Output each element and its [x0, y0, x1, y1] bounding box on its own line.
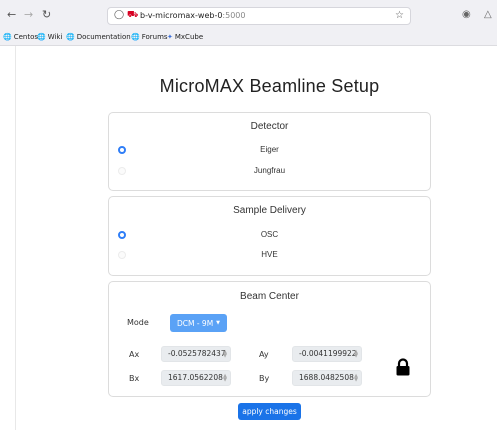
by-input[interactable]: 1688.0482508 ▲ ▼ [292, 370, 362, 386]
spinner-icon[interactable]: ▲ ▼ [354, 374, 358, 383]
bx-input[interactable]: 1617.0562208 ▲ ▼ [161, 370, 231, 386]
lock-icon[interactable] [395, 358, 411, 376]
detector-option-jungfrau[interactable]: Jungfrau [109, 166, 430, 175]
globe-icon: 🌐 [3, 33, 12, 41]
beam-center-title: Beam Center [240, 291, 299, 302]
bx-label: Bx [129, 374, 140, 383]
ax-label: Ax [129, 350, 140, 359]
forward-arrow-icon[interactable]: → [24, 8, 33, 22]
bookmark-documentation[interactable]: 🌐 Documentation [66, 33, 131, 41]
bookmark-forums[interactable]: 🌐 Forums [131, 33, 168, 41]
url-bar[interactable]: ◯ ⛟ b-v-micromax-web-0:5000 ☆ [107, 7, 411, 25]
sample-delivery-title: Sample Delivery [233, 205, 306, 216]
detector-option-eiger[interactable]: Eiger [109, 145, 430, 154]
pocket-icon[interactable]: ◉ [462, 9, 471, 20]
mode-value: DCM - 9M [176, 318, 214, 328]
url-text: b-v-micromax-web-0:5000 [140, 11, 246, 20]
spinner-icon[interactable]: ▲ ▼ [223, 374, 227, 383]
sample-delivery-option-osc[interactable]: OSC [109, 230, 430, 239]
page-title: MicroMAX Beamline Setup [159, 76, 380, 96]
ay-input[interactable]: -0.0041199922 ▲ ▼ [292, 346, 362, 362]
reload-icon[interactable]: ↻ [42, 8, 51, 22]
mode-dropdown-button[interactable]: DCM - 9M ▼ [170, 314, 227, 332]
detector-card: Detector Eiger Jungfrau [108, 112, 431, 191]
extensions-icon[interactable]: △ [484, 9, 492, 20]
sample-delivery-option-hve[interactable]: HVE [109, 250, 430, 259]
ay-label: Ay [259, 350, 269, 359]
apply-changes-button[interactable]: apply changes [238, 403, 301, 420]
spinner-icon[interactable]: ▲ ▼ [354, 350, 358, 359]
bookmark-star-icon[interactable]: ☆ [395, 10, 404, 21]
bookmark-wiki[interactable]: 🌐 Wiki [37, 33, 62, 41]
insecure-lock-icon[interactable]: ⛟ [127, 10, 138, 21]
browser-toolbar: ← → ↻ ◯ ⛟ b-v-micromax-web-0:5000 ☆ ◉ △ [0, 0, 497, 31]
globe-icon: 🌐 [66, 33, 75, 41]
globe-icon: 🌐 [37, 33, 46, 41]
beam-center-card: Beam Center Mode DCM - 9M ▼ Ax -0.0525782… [108, 281, 431, 397]
globe-icon: 🌐 [131, 33, 140, 41]
bookmark-mxcube[interactable]: ✦ MxCube [167, 33, 203, 41]
bookmark-centos[interactable]: 🌐 Centos [3, 33, 38, 41]
shield-icon[interactable]: ◯ [114, 10, 124, 20]
by-label: By [259, 374, 270, 383]
bookmarks-bar: 🌐 Centos 🌐 Wiki 🌐 Documentation 🌐 Forums ✦ Mx… [0, 31, 497, 46]
sample-delivery-card: Sample Delivery OSC HVE [108, 196, 431, 276]
ax-input[interactable]: -0.0525782437 ▲ ▼ [161, 346, 231, 362]
caret-down-icon: ▼ [216, 320, 221, 326]
spinner-icon[interactable]: ▲ ▼ [223, 350, 227, 359]
mode-label: Mode [127, 318, 149, 327]
detector-title: Detector [250, 121, 289, 132]
page-edge [15, 46, 16, 430]
mxcube-logo-icon: ✦ [167, 33, 173, 41]
back-arrow-icon[interactable]: ← [7, 8, 16, 22]
